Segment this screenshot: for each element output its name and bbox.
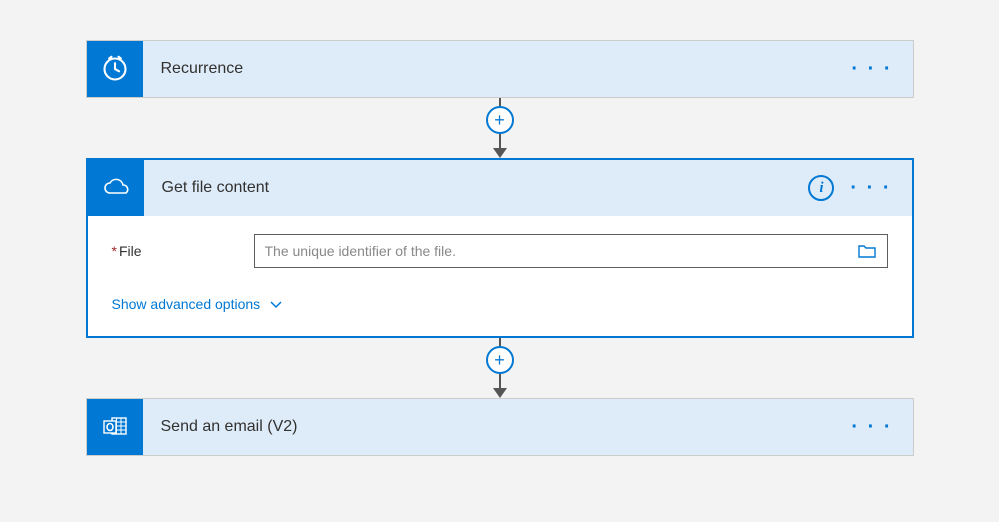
card-title: Recurrence [143,60,852,78]
more-menu-button[interactable]: · · · [850,178,891,198]
card-header: Get file content i · · · [88,160,912,216]
card-body: *File Show advanced options [88,216,912,336]
card-header: Send an email (V2) · · · [87,399,913,455]
step-card-send-email[interactable]: Send an email (V2) · · · [86,398,914,456]
header-actions: · · · [851,59,912,79]
flow-container: Recurrence · · · + Get file content i · … [86,40,914,456]
header-actions: i · · · [808,175,911,201]
step-card-recurrence[interactable]: Recurrence · · · [86,40,914,98]
more-menu-button[interactable]: · · · [851,417,892,437]
required-indicator: * [112,243,117,259]
file-input[interactable] [255,235,847,267]
more-menu-button[interactable]: · · · [851,59,892,79]
info-button[interactable]: i [808,175,834,201]
field-row-file: *File [112,234,888,268]
onedrive-icon [88,160,144,216]
show-advanced-options-link[interactable]: Show advanced options [112,296,283,312]
file-input-wrapper [254,234,888,268]
connector: + [86,338,914,398]
add-step-button[interactable]: + [486,106,514,134]
connector: + [86,98,914,158]
card-title: Get file content [144,179,809,197]
card-header: Recurrence · · · [87,41,913,97]
add-step-button[interactable]: + [486,346,514,374]
field-label-file: *File [112,243,254,259]
card-title: Send an email (V2) [143,418,852,436]
header-actions: · · · [851,417,912,437]
clock-icon [87,41,143,97]
chevron-down-icon [270,296,282,312]
outlook-icon [87,399,143,455]
step-card-get-file-content[interactable]: Get file content i · · · *File [86,158,914,338]
folder-picker-button[interactable] [847,235,887,267]
